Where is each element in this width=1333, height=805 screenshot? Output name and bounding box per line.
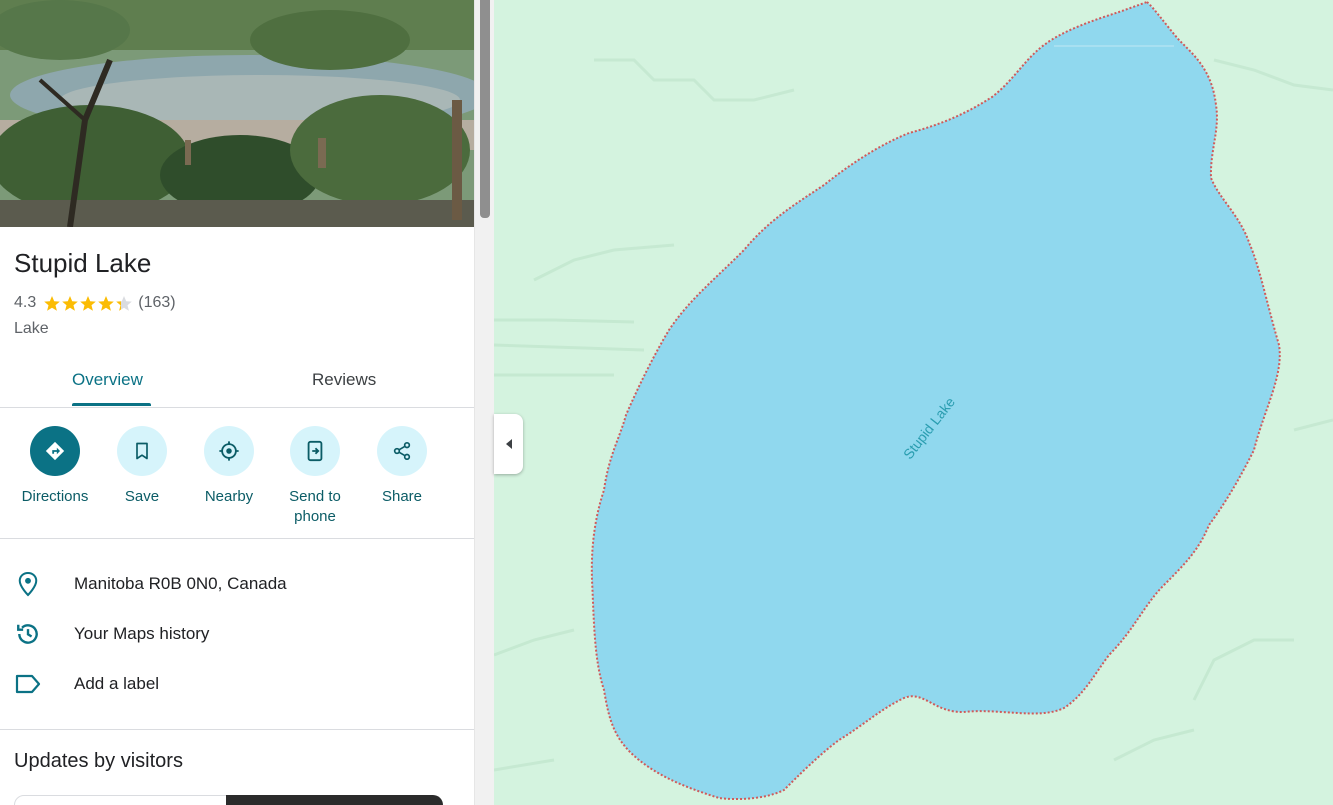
share-icon [377,426,427,476]
map-canvas[interactable] [494,0,1333,805]
send-to-phone-label: Send to phone [289,488,341,525]
bookmark-icon [117,426,167,476]
share-button[interactable]: Share [352,426,452,507]
rating-row[interactable]: 4.3 (163) [14,294,176,312]
place-panel: Stupid Lake 4.3 (163) Lake Overview Revi… [0,0,474,805]
add-label-row[interactable]: Add a label [0,664,474,704]
add-label-text: Add a label [74,674,160,693]
save-button[interactable]: Save [92,426,192,507]
place-title: Stupid Lake [14,248,152,278]
collapse-panel-button[interactable] [494,414,523,474]
collapse-arrow-icon [505,439,512,449]
address-row[interactable]: Manitoba R0B 0N0, Canada [0,564,474,604]
map-terrain [494,0,1333,805]
directions-icon [30,426,80,476]
visitor-update-card[interactable] [14,795,228,805]
label-icon [14,670,42,698]
location-pin-icon [14,570,42,598]
maps-history-text: Your Maps history [74,624,210,643]
garden-pond-photo [0,0,474,227]
history-icon [14,620,42,648]
nearby-icon [204,426,254,476]
directions-label: Directions [21,488,89,505]
place-category[interactable]: Lake [14,320,49,338]
scrollbar-thumb[interactable] [480,0,490,218]
send-to-phone-button[interactable]: Send to phone [265,426,365,527]
send-to-phone-icon [290,426,340,476]
star-rating [44,294,133,312]
info-divider [0,729,474,730]
stars-icon [44,296,133,311]
tab-reviews[interactable]: Reviews [312,370,376,390]
tab-selected-indicator [72,403,151,406]
actions-divider [0,538,474,539]
nearby-button[interactable]: Nearby [179,426,279,507]
rating-value: 4.3 [14,294,37,311]
directions-button[interactable]: Directions [5,426,105,507]
tab-overview[interactable]: Overview [72,370,143,390]
nearby-label: Nearby [204,488,254,505]
visitor-update-photo[interactable] [226,795,443,805]
share-label: Share [381,488,423,505]
updates-section-title: Updates by visitors [14,750,183,772]
place-photo[interactable] [0,0,474,227]
tabs-divider [0,407,474,408]
panel-scrollbar[interactable] [474,0,494,805]
address-text: Manitoba R0B 0N0, Canada [74,574,287,593]
save-label: Save [124,488,160,505]
maps-history-row[interactable]: Your Maps history [0,614,474,654]
review-count[interactable]: (163) [138,294,175,312]
